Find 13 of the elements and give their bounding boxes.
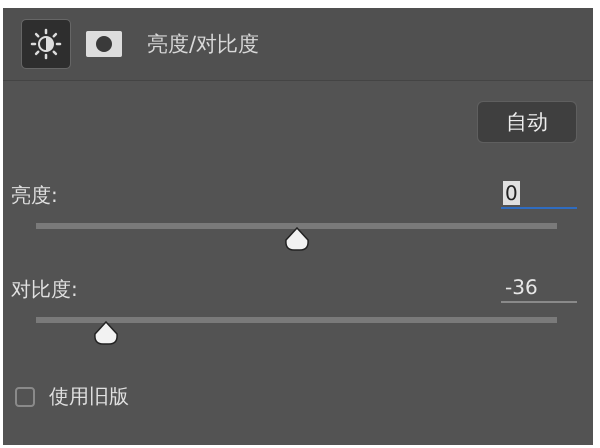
mask-icon xyxy=(86,31,122,57)
auto-button[interactable]: 自动 xyxy=(477,101,577,143)
value-field[interactable]: 0 xyxy=(501,179,577,209)
checkbox[interactable] xyxy=(15,386,35,406)
value-field[interactable]: -36 xyxy=(501,273,577,303)
panel-title: 亮度/对比度 xyxy=(147,31,260,58)
checkbox-label: 使用旧版 xyxy=(49,383,129,410)
slider-thumb[interactable] xyxy=(284,227,310,251)
slider-thumb[interactable] xyxy=(92,321,119,345)
slider-label: 对比度: xyxy=(11,276,78,303)
brightness-contrast-icon xyxy=(29,27,63,61)
slider-label: 亮度: xyxy=(11,182,58,209)
adjustment-tab[interactable] xyxy=(21,19,71,69)
